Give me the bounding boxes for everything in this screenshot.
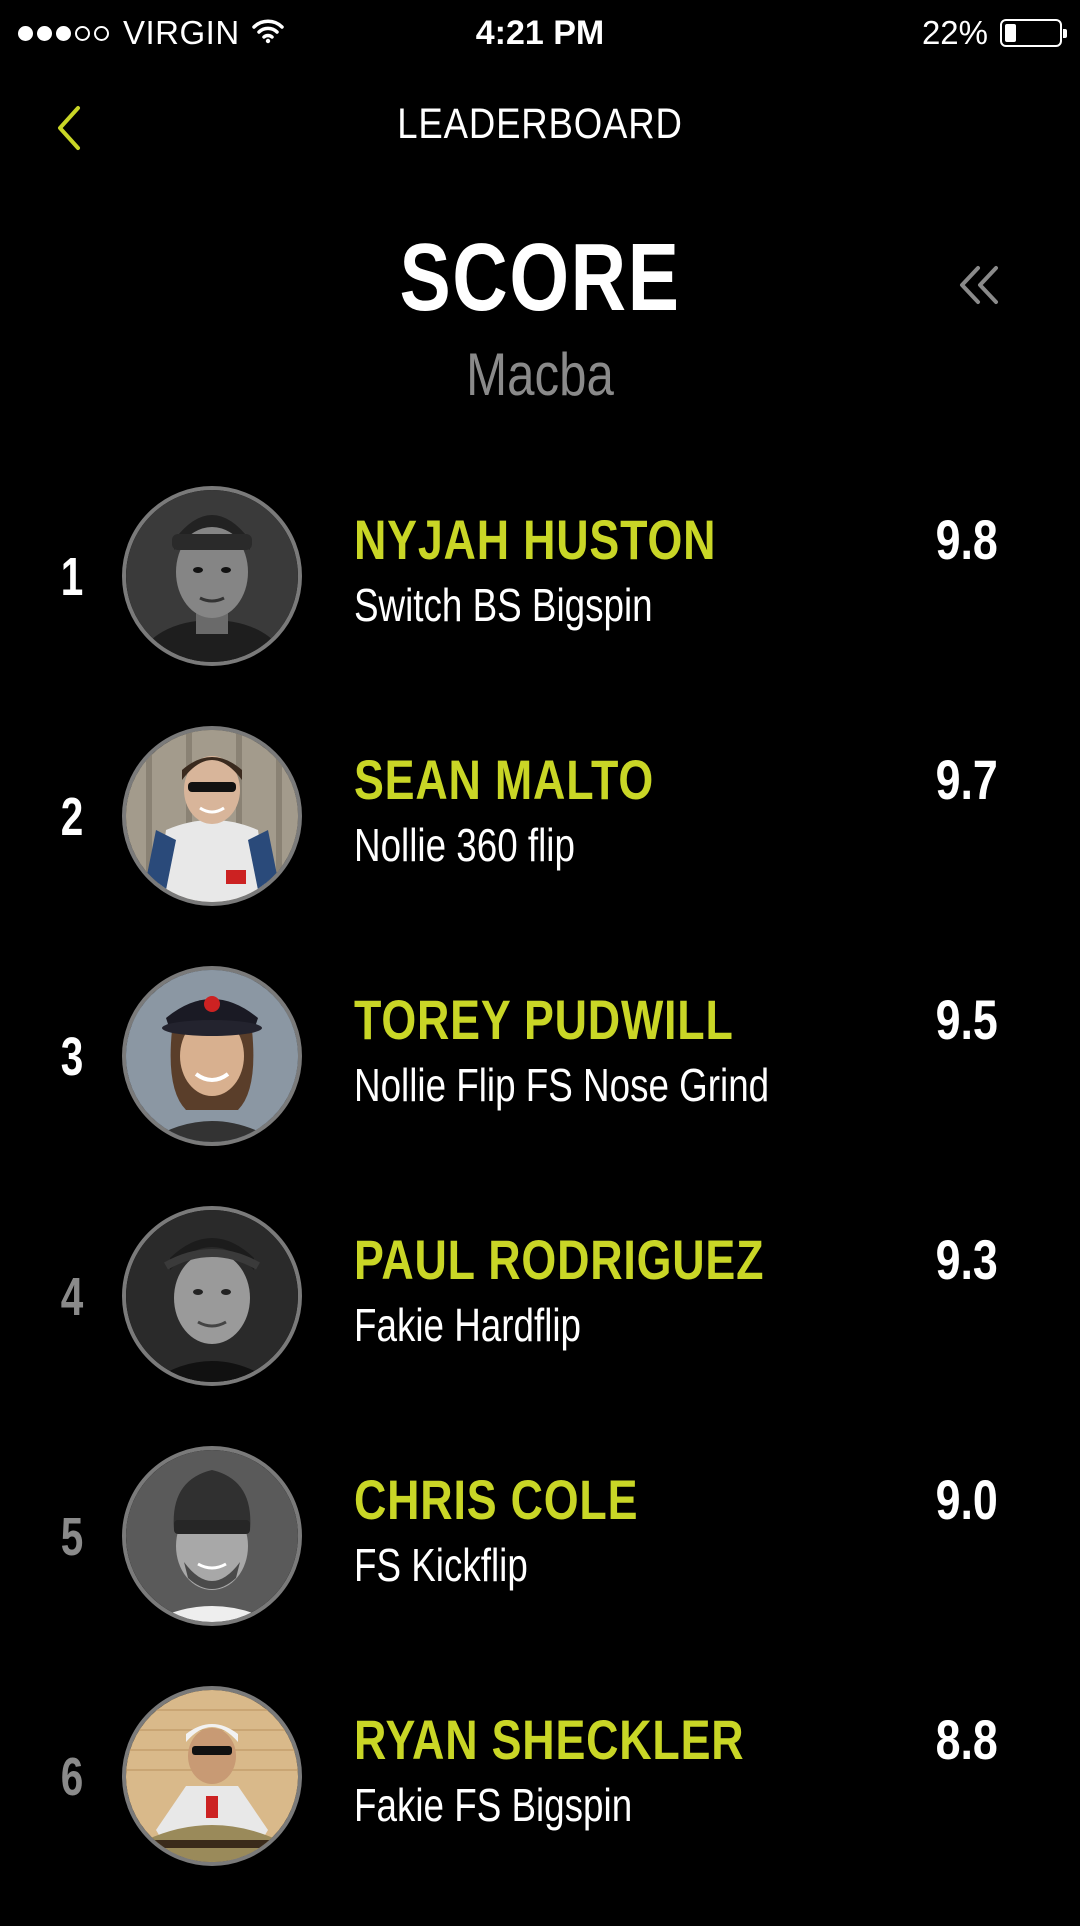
player-name: RYAN SHECKLER: [354, 1708, 745, 1771]
nav-bar: LEADERBOARD: [0, 88, 1080, 164]
status-bar: VIRGIN 4:21 PM 22%: [0, 0, 1080, 70]
status-right: 22%: [921, 14, 1067, 52]
trick-name: Switch BS Bigspin: [354, 579, 653, 631]
player-name: CHRIS COLE: [354, 1468, 639, 1531]
avatar: [122, 486, 302, 666]
player-name: PAUL RODRIGUEZ: [354, 1228, 765, 1291]
avatar: [122, 726, 302, 906]
battery-icon: [1000, 19, 1067, 47]
rank-number: 4: [60, 1267, 84, 1327]
rank-number: 1: [60, 547, 84, 607]
leaderboard-list: 1 NYJAH HUSTON Switch BS Bigspin 9.8 2 S…: [0, 486, 1080, 1926]
player-name: TOREY PUDWILL: [354, 988, 734, 1051]
trick-name: Nollie Flip FS Nose Grind: [354, 1059, 770, 1111]
page-title: LEADERBOARD: [397, 100, 683, 148]
trick-name: Fakie FS Bigspin: [354, 1779, 633, 1831]
player-score: 9.8: [935, 508, 998, 571]
player-name: NYJAH HUSTON: [354, 508, 717, 571]
trick-name: Fakie Hardflip: [354, 1299, 582, 1351]
rank-number: 2: [60, 787, 84, 847]
avatar: [122, 1446, 302, 1626]
collapse-button[interactable]: [956, 262, 1002, 308]
avatar: [122, 966, 302, 1146]
leaderboard-row[interactable]: 2 SEAN MALTO Nollie 360 flip 9.7: [0, 726, 1080, 966]
leaderboard-row[interactable]: 4 PAUL RODRIGUEZ Fakie Hardflip 9.3: [0, 1206, 1080, 1446]
leaderboard-row[interactable]: 3 TOREY PUDWILL Nollie Flip FS Nose Grin…: [0, 966, 1080, 1206]
avatar: [122, 1686, 302, 1866]
status-time: 4:21 PM: [475, 14, 605, 52]
trick-name: Nollie 360 flip: [354, 819, 575, 871]
player-score: 9.7: [935, 748, 998, 811]
battery-fill: [1005, 24, 1017, 42]
leaderboard-row[interactable]: 6 RYAN SHECKLER Fakie FS Bigspin 8.8: [0, 1686, 1080, 1926]
rank-number: 3: [60, 1027, 84, 1087]
trick-name: FS Kickflip: [354, 1539, 528, 1591]
player-name: SEAN MALTO: [354, 748, 655, 811]
rank-number: 6: [60, 1747, 84, 1807]
leaderboard-row[interactable]: 5 CHRIS COLE FS Kickflip 9.0: [0, 1446, 1080, 1686]
avatar: [122, 1206, 302, 1386]
rank-number: 5: [60, 1507, 84, 1567]
section-subtitle: Macba: [466, 341, 614, 408]
battery-percent: 22%: [921, 14, 988, 51]
player-score: 9.5: [935, 988, 998, 1051]
player-score: 8.8: [935, 1708, 998, 1771]
player-score: 9.3: [935, 1228, 998, 1291]
double-chevron-left-icon: [960, 266, 998, 304]
leaderboard-row[interactable]: 1 NYJAH HUSTON Switch BS Bigspin 9.8: [0, 486, 1080, 726]
player-score: 9.0: [935, 1468, 998, 1531]
section-title: SCORE: [399, 224, 681, 331]
